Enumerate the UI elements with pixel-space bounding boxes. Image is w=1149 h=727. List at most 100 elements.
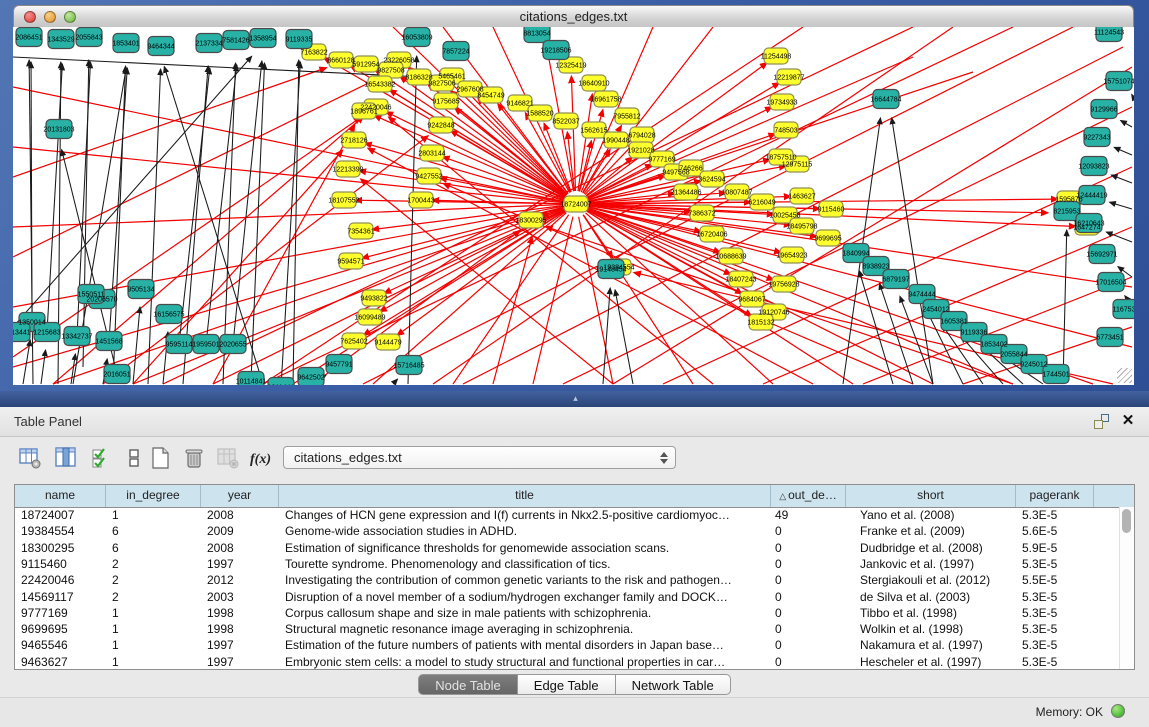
cell-short[interactable]: Nakamura et al. (1997) [846, 637, 1016, 654]
graph-edge[interactable] [588, 209, 1013, 384]
column-header-name[interactable]: name [15, 485, 106, 507]
cell-in_degree[interactable]: 2 [106, 589, 201, 606]
cell-pagerank[interactable]: 5.3E-5 [1016, 605, 1094, 622]
cell-pagerank[interactable]: 5.3E-5 [1016, 654, 1094, 670]
graph-edge[interactable] [133, 307, 140, 384]
graph-edge[interactable] [589, 207, 1132, 347]
cell-out_degree[interactable]: 0 [771, 621, 846, 638]
cell-title[interactable]: Tourette syndrome. Phenomenology and cla… [279, 556, 771, 573]
graph-edge[interactable] [1063, 230, 1067, 384]
float-panel-icon[interactable] [1094, 414, 1109, 429]
cell-title[interactable]: Embryonic stem cells: a model to study s… [279, 654, 771, 670]
graph-edge[interactable] [13, 117, 361, 357]
cell-in_degree[interactable]: 1 [106, 654, 201, 670]
divider-handle-icon[interactable]: ▴ [571, 394, 580, 403]
graph-edge[interactable] [13, 87, 563, 201]
cell-title[interactable]: Investigating the contribution of common… [279, 572, 771, 589]
graph-edge[interactable] [281, 62, 300, 385]
cell-short[interactable]: de Silva et al. (2003) [846, 589, 1016, 606]
selection-mode-button[interactable] [88, 444, 116, 471]
import-table-button[interactable] [214, 444, 242, 471]
cell-in_degree[interactable]: 2 [106, 572, 201, 589]
table-row[interactable]: 946554611997Estimation of the future num… [15, 637, 1134, 654]
scrollbar-thumb[interactable] [1122, 509, 1131, 533]
table-row[interactable]: 1938455462009Genome-wide association stu… [15, 523, 1134, 540]
cell-in_degree[interactable]: 2 [106, 556, 201, 573]
cell-in_degree[interactable]: 6 [106, 523, 201, 540]
graph-edge[interactable] [397, 212, 566, 336]
cell-title[interactable]: Genome-wide association studies in ADHD. [279, 523, 771, 540]
cell-name[interactable]: 9465546 [15, 637, 106, 654]
window-titlebar[interactable]: citations_edges.txt [13, 5, 1134, 29]
graph-edge[interactable] [13, 147, 563, 203]
cell-title[interactable]: Changes of HCN gene expression and I(f) … [279, 507, 771, 524]
graph-edge[interactable] [578, 94, 592, 191]
graph-edge[interactable] [892, 118, 933, 384]
cell-out_degree[interactable]: 49 [771, 507, 846, 524]
graph-edge[interactable] [1110, 202, 1132, 209]
cell-in_degree[interactable]: 1 [106, 621, 201, 638]
cell-short[interactable]: Yano et al. (2008) [846, 507, 1016, 524]
close-panel-icon[interactable]: ✕ [1119, 411, 1137, 431]
table-row[interactable]: 1830029562008Estimation of significance … [15, 540, 1134, 557]
cell-pagerank[interactable]: 5.3E-5 [1016, 637, 1094, 654]
delete-column-button[interactable] [180, 444, 208, 471]
cell-short[interactable]: Franke et al. (2009) [846, 523, 1016, 540]
table-selector-dropdown[interactable]: citations_edges.txt [283, 446, 676, 469]
graph-edge[interactable] [363, 211, 565, 335]
column-header-title[interactable]: title [279, 485, 771, 507]
cell-year[interactable]: 1998 [201, 605, 279, 622]
cell-title[interactable]: Estimation of the future numbers of pati… [279, 637, 771, 654]
cell-short[interactable]: Stergiakouli et al. (2012) [846, 572, 1016, 589]
cell-pagerank[interactable]: 5.3E-5 [1016, 589, 1094, 606]
column-header-short[interactable]: short [846, 485, 1016, 507]
cell-title[interactable]: Disruption of a novel member of a sodium… [279, 589, 771, 606]
table-mode-button[interactable] [16, 444, 44, 471]
tab-node-table[interactable]: Node Table [418, 674, 518, 695]
graph-edge[interactable] [879, 283, 913, 384]
cell-short[interactable]: Jankovic et al. (1997) [846, 556, 1016, 573]
cell-name[interactable]: 18300295 [15, 540, 106, 557]
cell-year[interactable]: 2008 [201, 507, 279, 524]
window-resize-grip[interactable] [1117, 368, 1132, 383]
graph-edge[interactable] [1111, 175, 1132, 183]
graph-edge[interactable] [1114, 147, 1132, 155]
cell-name[interactable]: 22420046 [15, 572, 106, 589]
graph-edge[interactable] [179, 68, 210, 344]
cell-name[interactable]: 19384554 [15, 523, 106, 540]
cell-short[interactable]: Tibbo et al. (1998) [846, 605, 1016, 622]
graph-edge[interactable] [533, 217, 573, 384]
cell-pagerank[interactable]: 5.9E-5 [1016, 540, 1094, 557]
cell-out_degree[interactable]: 0 [771, 654, 846, 670]
column-visibility-button[interactable] [52, 444, 80, 471]
tab-network-table[interactable]: Network Table [616, 674, 731, 695]
cell-year[interactable]: 2012 [201, 572, 279, 589]
cell-short[interactable]: Dudbridge et al. (2008) [846, 540, 1016, 557]
column-header-year[interactable]: year [201, 485, 279, 507]
cell-out_degree[interactable]: 0 [771, 556, 846, 573]
graph-edge[interactable] [71, 354, 75, 384]
cell-pagerank[interactable]: 5.3E-5 [1016, 556, 1094, 573]
graph-edge[interactable] [603, 288, 610, 384]
cell-out_degree[interactable]: 0 [771, 540, 846, 557]
table-scrollbar[interactable] [1119, 507, 1134, 669]
cell-out_degree[interactable]: 0 [771, 605, 846, 622]
column-header-out_degree[interactable]: △out_de… [771, 485, 846, 507]
create-column-button[interactable] [146, 444, 174, 471]
cell-pagerank[interactable]: 5.5E-5 [1016, 572, 1094, 589]
table-row[interactable]: 1872400712008Changes of HCN gene express… [15, 507, 1134, 524]
cell-out_degree[interactable]: 0 [771, 589, 846, 606]
table-row[interactable]: 969969511998Structural magnetic resonanc… [15, 621, 1134, 638]
column-header-pagerank[interactable]: pagerank [1016, 485, 1094, 507]
cell-name[interactable]: 9699695 [15, 621, 106, 638]
cell-pagerank[interactable]: 5.3E-5 [1016, 507, 1094, 524]
function-builder-button[interactable]: f(x) [246, 444, 274, 471]
cell-in_degree[interactable]: 1 [106, 507, 201, 524]
table-row[interactable]: 2242004622012Investigating the contribut… [15, 572, 1134, 589]
cell-year[interactable]: 1997 [201, 637, 279, 654]
split-pane-divider[interactable]: ▴ [0, 391, 1149, 407]
cell-pagerank[interactable]: 5.6E-5 [1016, 523, 1094, 540]
table-row[interactable]: 911546021997Tourette syndrome. Phenomeno… [15, 556, 1134, 573]
cell-title[interactable]: Corpus callosum shape and size in male p… [279, 605, 771, 622]
cell-name[interactable]: 9463627 [15, 654, 106, 670]
